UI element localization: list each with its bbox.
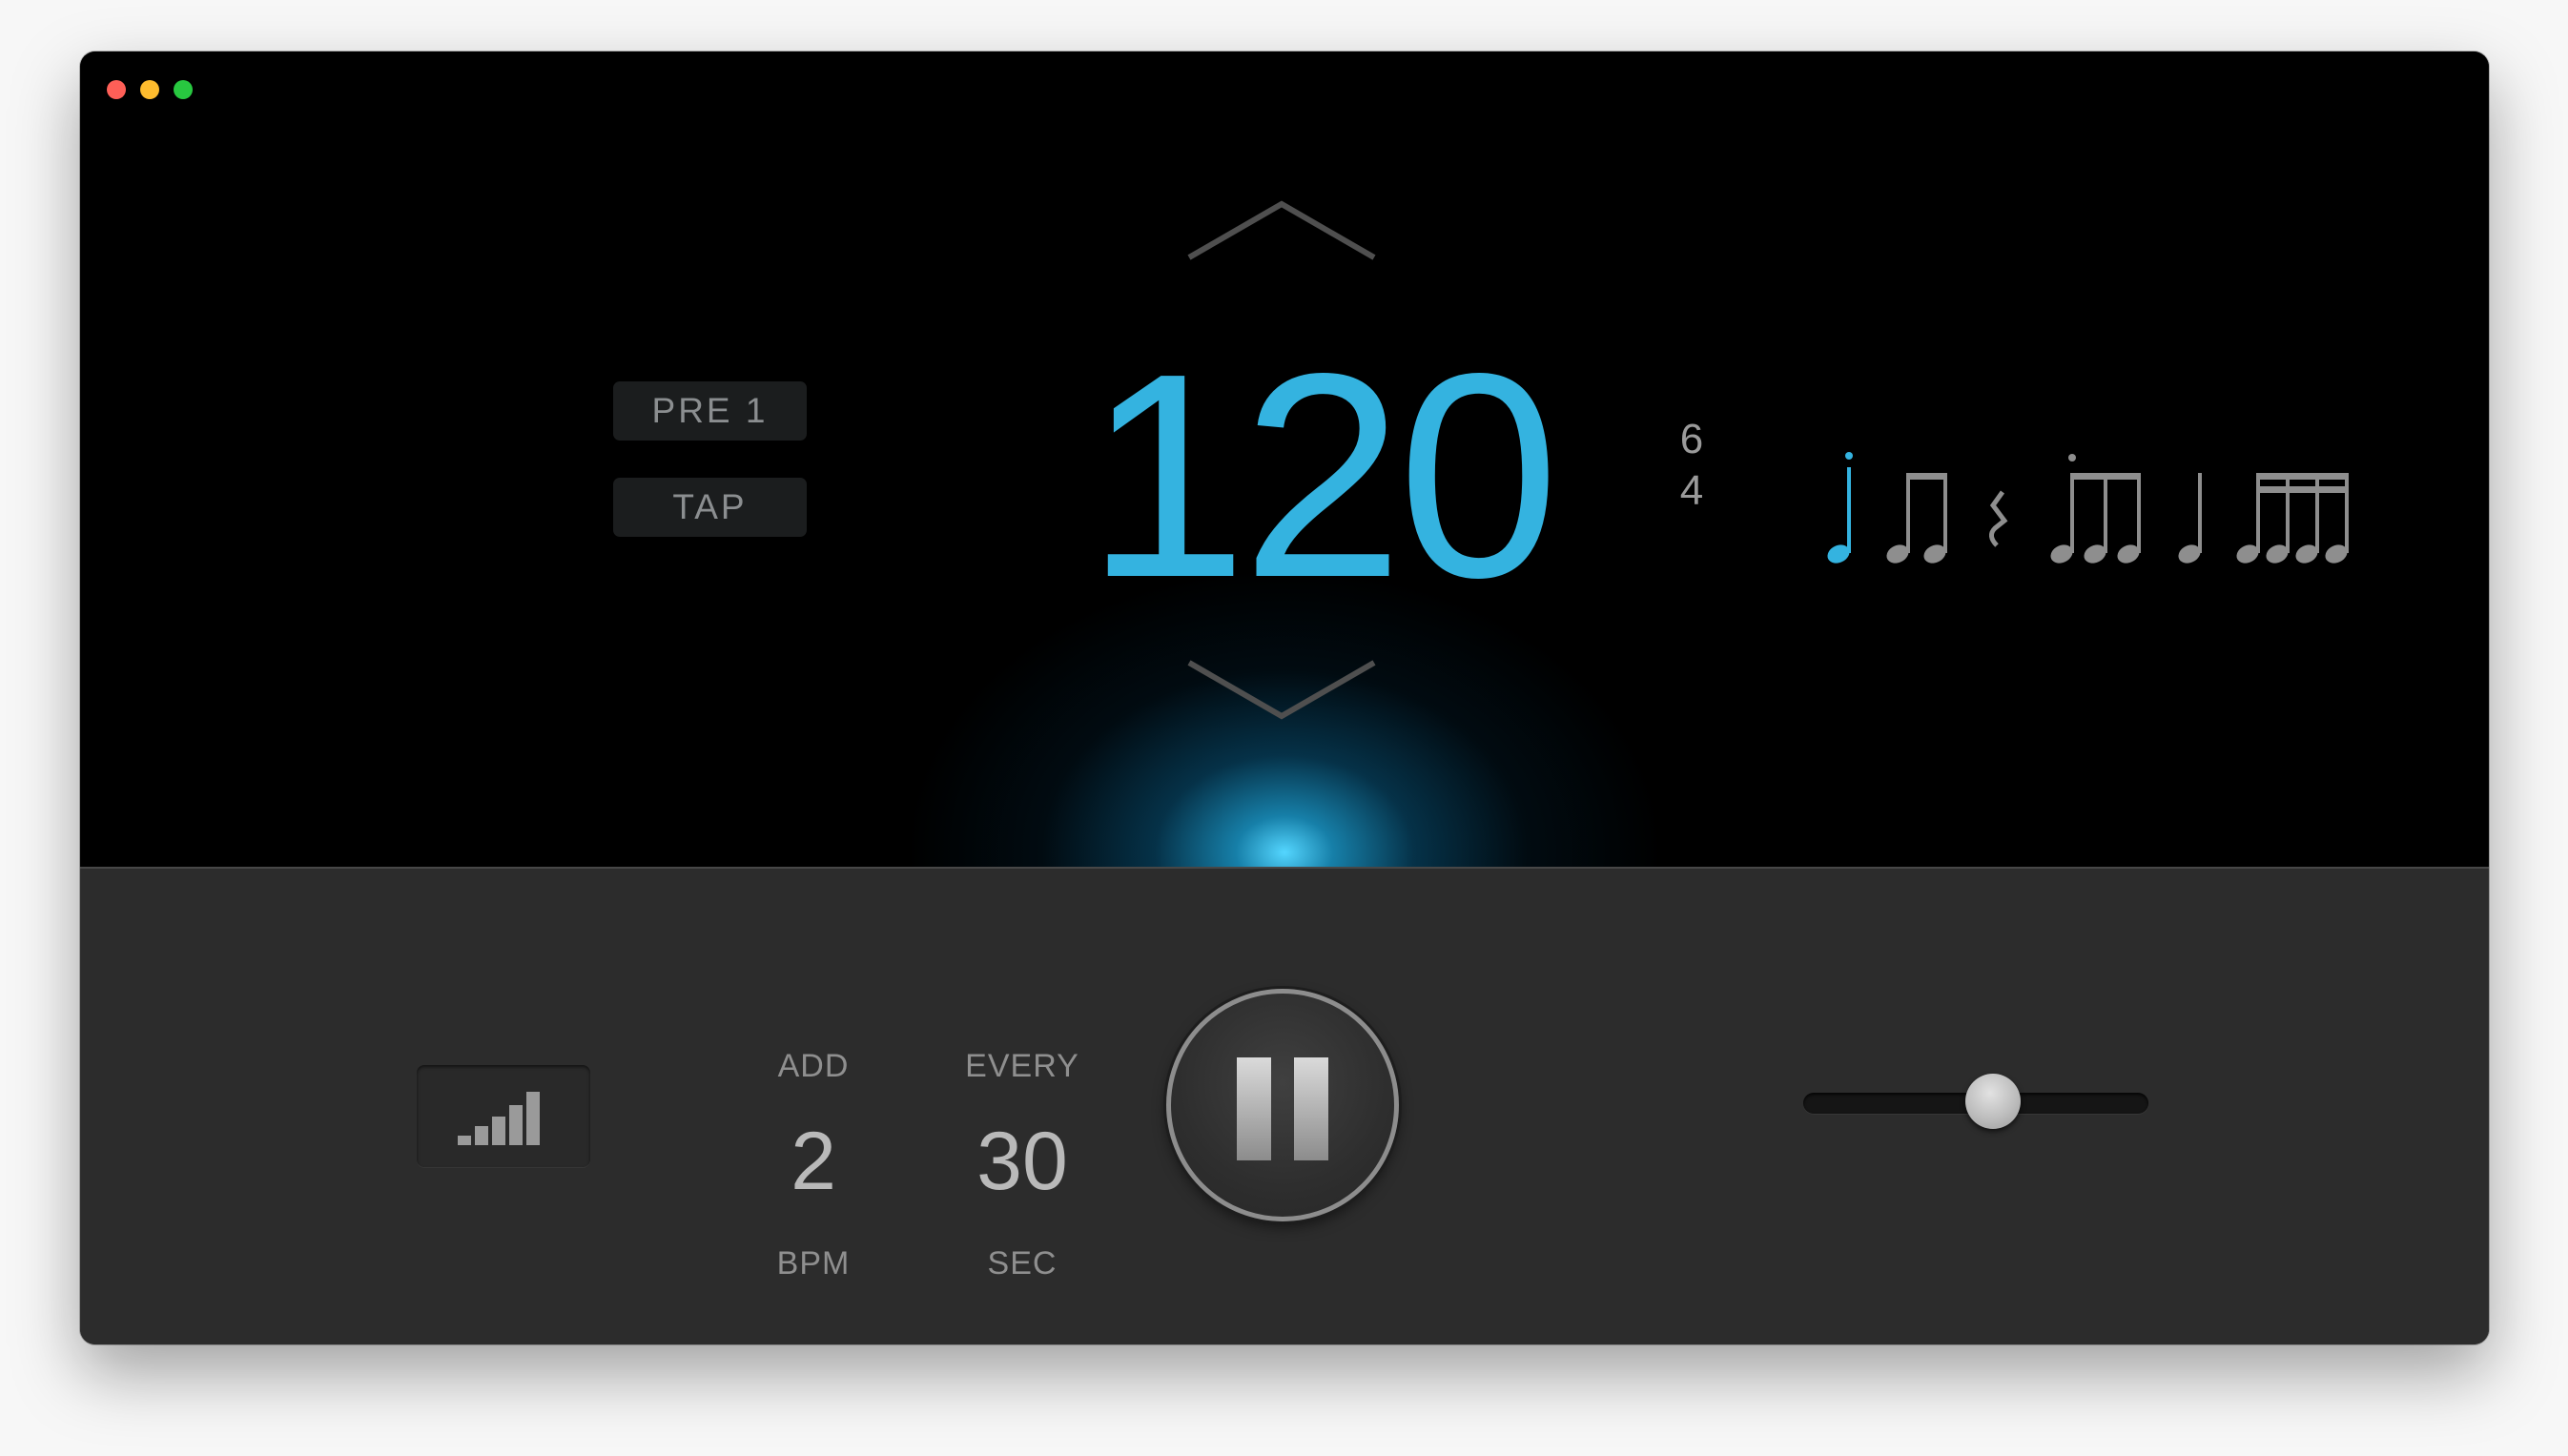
play-pause-button[interactable] [1166,989,1399,1221]
sixteenth-notes-icon [2236,473,2349,564]
signal-bars-icon [458,1092,540,1145]
close-button[interactable] [107,80,126,99]
tempo-display-panel: PRE 1 TAP 120 6 4 [80,51,2489,867]
quarter-note-icon [2178,473,2202,564]
pause-icon [1237,1057,1328,1160]
time-signature-beats: 6 [1679,416,1704,462]
preset-button[interactable]: PRE 1 [613,381,807,441]
tap-tempo-button[interactable]: TAP [613,478,807,537]
minimize-button[interactable] [140,80,159,99]
bpm-unit-label: BPM [776,1245,851,1282]
sec-unit-label: SEC [987,1245,1058,1282]
add-bpm-value[interactable]: 2 [732,1114,894,1209]
triplet-eighths-icon [2050,454,2141,564]
every-label: EVERY [965,1048,1079,1084]
add-label: ADD [777,1048,850,1084]
chevron-down-icon[interactable] [1181,655,1382,724]
eighth-notes-icon [1886,473,1947,564]
tempo-value[interactable]: 120 [1043,328,1596,624]
zoom-button[interactable] [174,80,193,99]
quarter-note-accent-icon [1827,452,1853,564]
quarter-rest-icon [1989,490,2008,547]
chevron-up-icon[interactable] [1181,196,1382,265]
time-signature-unit: 4 [1679,467,1704,514]
volume-slider-knob[interactable] [1965,1074,2022,1129]
every-seconds-value[interactable]: 30 [936,1114,1108,1209]
control-panel: ADD 2 BPM EVERY 30 SEC [80,867,2489,1344]
rhythm-pattern[interactable] [1720,433,2369,585]
metronome-window: PRE 1 TAP 120 6 4 ADD 2 BPM EVERY 30 SEC [80,51,2489,1344]
time-signature[interactable]: 6 4 [1673,414,1711,517]
accent-level-button[interactable] [417,1065,590,1167]
